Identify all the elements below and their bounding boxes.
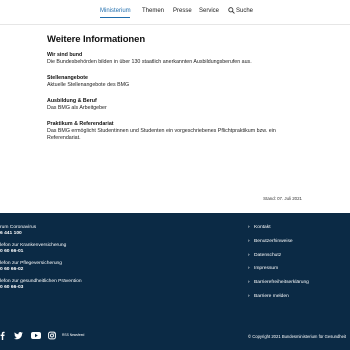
hotline-number[interactable]: 0 60 66-01 xyxy=(0,249,200,255)
instagram-icon[interactable] xyxy=(48,331,56,340)
nav-item-search[interactable]: Suche xyxy=(236,8,253,14)
info-item-text: Das BMG als Arbeitgeber xyxy=(47,105,107,111)
rss-newsfeed-link[interactable]: RSS Newsfeed xyxy=(62,333,84,337)
youtube-icon[interactable] xyxy=(31,331,41,340)
footer-link-kontakt[interactable]: Kontakt xyxy=(248,225,350,231)
last-updated-date: Stand: 07. Juli 2021 xyxy=(263,196,302,201)
nav-item-service[interactable]: Service xyxy=(199,8,219,14)
nav-divider xyxy=(0,24,350,25)
page-title: Weitere Informationen xyxy=(47,34,146,45)
hotline-number[interactable]: 0 60 66-02 xyxy=(0,267,200,273)
hotline-entry: lefon zur Pflegeversicherung 0 60 66-02 xyxy=(0,261,200,273)
hotline-number[interactable]: 0 60 66-03 xyxy=(0,285,200,291)
nav-item-themen[interactable]: Themen xyxy=(142,8,164,14)
footer-link-barriere-melden[interactable]: Barriere melden xyxy=(248,294,350,300)
info-item-ausbildung[interactable]: Ausbildung & Beruf Das BMG als Arbeitgeb… xyxy=(47,98,302,112)
footer-link-datenschutz[interactable]: Datenschutz xyxy=(248,253,350,259)
hotline-entry: lefon zur Krankenversicherung 0 60 66-01 xyxy=(0,243,200,255)
info-item-title[interactable]: Stellenangebote xyxy=(47,75,302,82)
hotline-entry: lefon zur gesundheitlichen Prävention 0 … xyxy=(0,279,200,291)
nav-item-presse[interactable]: Presse xyxy=(173,8,192,14)
nav-active-indicator xyxy=(100,17,130,18)
search-icon[interactable] xyxy=(228,7,235,14)
footer-links: Kontakt Benutzerhinweise Datenschutz Imp… xyxy=(248,225,350,308)
footer: rum Coronavirus 6 441 100 lefon zur Kran… xyxy=(0,213,350,350)
footer-link-impressum[interactable]: Impressum xyxy=(248,266,350,272)
hotline-number[interactable]: 6 441 100 xyxy=(0,231,200,237)
info-item-stellenangebote[interactable]: Stellenangebote Aktuelle Stellenangebote… xyxy=(47,75,302,89)
info-item-praktikum[interactable]: Praktikum & Referendariat Das BMG ermögl… xyxy=(47,121,302,142)
info-item-text: Das BMG ermöglicht Studentinnen und Stud… xyxy=(47,128,276,141)
copyright-notice: © Copyright 2021 Bundesministerium für G… xyxy=(248,334,347,339)
info-item-title[interactable]: Ausbildung & Beruf xyxy=(47,98,302,105)
info-item-text: Aktuelle Stellenangebote des BMG xyxy=(47,82,130,88)
info-item-title[interactable]: Praktikum & Referendariat xyxy=(47,121,302,128)
footer-hotlines: rum Coronavirus 6 441 100 lefon zur Kran… xyxy=(0,225,200,297)
facebook-icon[interactable] xyxy=(0,331,5,340)
footer-link-barrierefreiheit[interactable]: Barrierefreiheitserklärung xyxy=(248,280,350,286)
nav-item-ministerium[interactable]: Ministerium xyxy=(100,8,131,14)
footer-link-benutzerhinweise[interactable]: Benutzerhinweise xyxy=(248,239,350,245)
info-item-wir-sind-bund[interactable]: Wir sind bund Die Bundesbehörden bilden … xyxy=(47,52,302,66)
main-content: Weitere Informationen Wir sind bund Die … xyxy=(47,34,302,151)
twitter-icon[interactable] xyxy=(14,331,23,340)
hotline-entry: rum Coronavirus 6 441 100 xyxy=(0,225,200,237)
info-item-text: Die Bundesbehörden bilden in über 130 st… xyxy=(47,59,252,65)
top-navigation: Ministerium Themen Presse Service Suche xyxy=(0,0,350,24)
info-item-title[interactable]: Wir sind bund xyxy=(47,52,302,59)
social-media-bar: RSS Newsfeed xyxy=(0,331,120,341)
